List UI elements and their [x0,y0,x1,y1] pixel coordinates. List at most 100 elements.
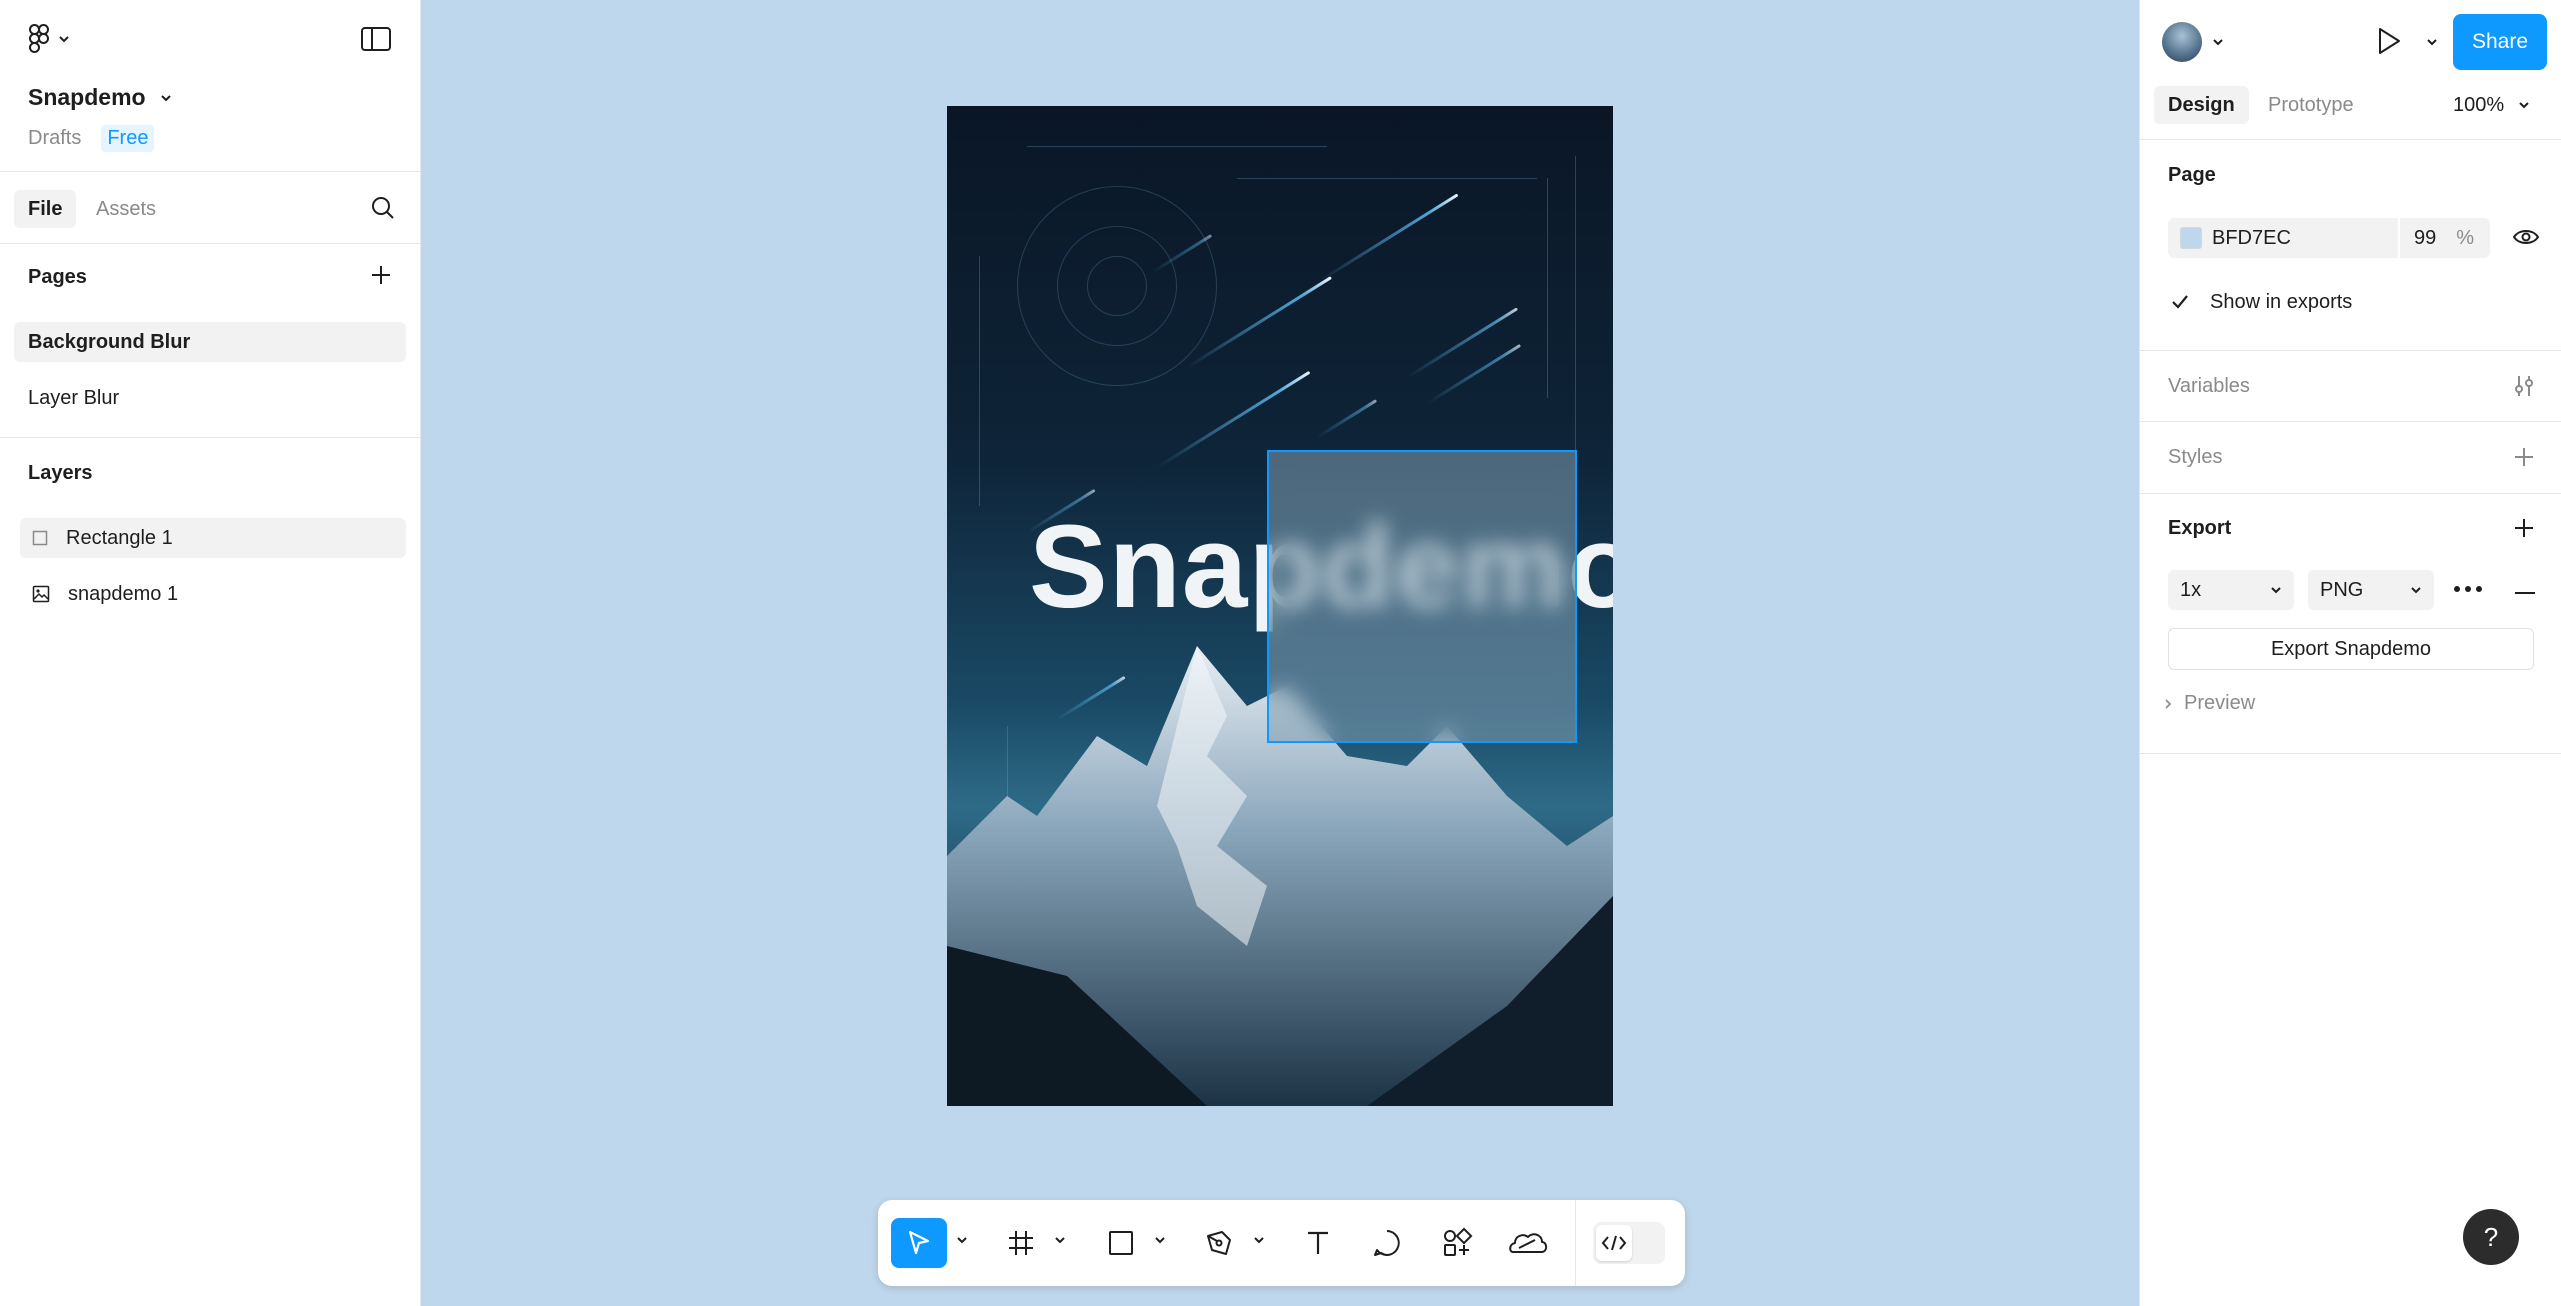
sidebar-panel-icon [361,27,391,51]
styles-heading: Styles [2168,446,2223,468]
page-color-field[interactable]: BFD7EC 99 % [2168,218,2490,258]
meteor-streak [1316,399,1378,439]
export-button[interactable]: Export Snapdemo [2168,628,2534,670]
plan-badge[interactable]: Free [101,125,155,152]
pages-heading: Pages [28,266,87,288]
opacity-value: 99 [2414,227,2437,249]
add-page-button[interactable] [370,264,392,291]
chevron-down-icon[interactable] [1253,1236,1265,1244]
export-scale-value: 1x [2180,579,2202,601]
main-menu-button[interactable] [28,24,70,54]
chevron-down-icon [160,94,171,101]
bottom-toolbar [878,1200,1685,1286]
actions-button[interactable] [1432,1218,1482,1268]
ai-tools-button[interactable] [1500,1218,1556,1268]
color-swatch[interactable] [2180,227,2202,249]
sliders-icon [2515,376,2533,396]
components-icon [1444,1227,1473,1256]
export-format-value: PNG [2320,579,2364,601]
hud-ring [1087,256,1147,316]
page-item-background-blur[interactable]: Background Blur [14,322,406,362]
dev-mode-toggle[interactable] [1593,1222,1665,1264]
chevron-down-icon[interactable] [1054,1236,1066,1244]
dev-mode-knob [1596,1225,1632,1261]
plus-icon [2515,448,2533,466]
comment-icon [1374,1230,1400,1256]
hud-line [1575,156,1576,476]
pen-tool-button[interactable] [1194,1218,1244,1268]
visibility-toggle[interactable] [2512,226,2540,253]
file-name: Snapdemo [28,84,146,110]
layers-heading: Layers [28,462,93,484]
checkmark-icon[interactable] [2168,290,2192,314]
figma-logo-icon [28,24,49,53]
header-section [2140,0,2561,140]
shape-tool-button[interactable] [1096,1218,1146,1268]
toggle-sidebar-button[interactable] [360,26,394,56]
layer-item-rectangle[interactable]: Rectangle 1 [20,518,406,558]
page-heading: Page [2168,164,2216,186]
frame-tool-button[interactable] [996,1218,1046,1268]
move-tool-button[interactable] [891,1218,947,1268]
chevron-down-icon[interactable] [1154,1236,1166,1244]
plus-icon [372,266,390,284]
selection-outline [1267,450,1577,743]
chevron-down-icon[interactable] [956,1236,968,1244]
layer-label: Rectangle 1 [66,526,173,549]
hud-line [979,256,980,506]
cursor-icon [908,1230,930,1255]
pen-icon [1207,1231,1231,1255]
chevron-down-icon [59,36,69,43]
toolbar-divider [1575,1200,1576,1286]
comment-tool-button[interactable] [1362,1218,1412,1268]
artboard-snapdemo[interactable]: Snapdemo [947,106,1613,1106]
layer-item-image[interactable]: snapdemo 1 [20,574,406,614]
remove-export-button[interactable] [2514,582,2536,600]
chevron-right-icon [2165,698,2172,709]
hud-line [1027,146,1327,147]
variables-heading: Variables [2168,375,2250,397]
search-layers-button[interactable] [370,195,396,226]
open-variables-button[interactable] [2512,374,2536,403]
chevron-down-icon [2411,587,2421,594]
search-icon [372,197,394,219]
page-item-layer-blur[interactable]: Layer Blur [14,378,406,418]
left-sidebar: Snapdemo Drafts Free File Assets Pages B… [0,0,421,1306]
code-icon [1601,1235,1627,1251]
rectangle-icon [32,530,48,546]
canvas[interactable]: Snapdemo [421,0,2139,1306]
hud-line [1547,178,1548,398]
meteor-streak [1406,307,1519,379]
file-name-menu[interactable]: Snapdemo [28,84,172,111]
opacity-unit: % [2456,227,2475,249]
left-tabs: File Assets [0,172,420,244]
text-tool-button[interactable] [1293,1218,1343,1268]
tab-file[interactable]: File [14,190,77,228]
export-scale-select[interactable]: 1x [2168,570,2294,610]
add-export-button[interactable] [2513,517,2535,544]
export-format-select[interactable]: PNG [2308,570,2434,610]
image-icon [32,585,50,603]
frame-icon [1009,1231,1033,1255]
drafts-link[interactable]: Drafts [28,127,81,150]
color-hex-input[interactable]: BFD7EC [2212,227,2398,250]
opacity-input[interactable]: 99 % [2398,218,2490,258]
cloud-icon [1509,1233,1548,1253]
rectangle-icon [1109,1231,1133,1255]
preview-label: Preview [2184,692,2256,714]
tab-assets[interactable]: Assets [82,190,170,228]
export-settings-button[interactable] [2453,580,2483,598]
help-button[interactable]: ? [2463,1209,2519,1265]
right-sidebar: Share Design Prototype 100% Page BFD7EC … [2139,0,2561,1306]
file-meta: Drafts Free [28,125,155,152]
more-icon [2454,586,2482,592]
preview-toggle[interactable]: Preview [2164,692,2255,715]
layer-label: snapdemo 1 [68,582,179,605]
add-style-button[interactable] [2513,446,2535,473]
plus-icon [2515,519,2533,537]
chevron-down-icon [2271,587,2281,594]
show-in-exports-row[interactable]: Show in exports [2168,290,2352,314]
text-icon [1308,1231,1328,1254]
file-header: Snapdemo Drafts Free [0,0,420,172]
minus-icon [2515,592,2535,594]
